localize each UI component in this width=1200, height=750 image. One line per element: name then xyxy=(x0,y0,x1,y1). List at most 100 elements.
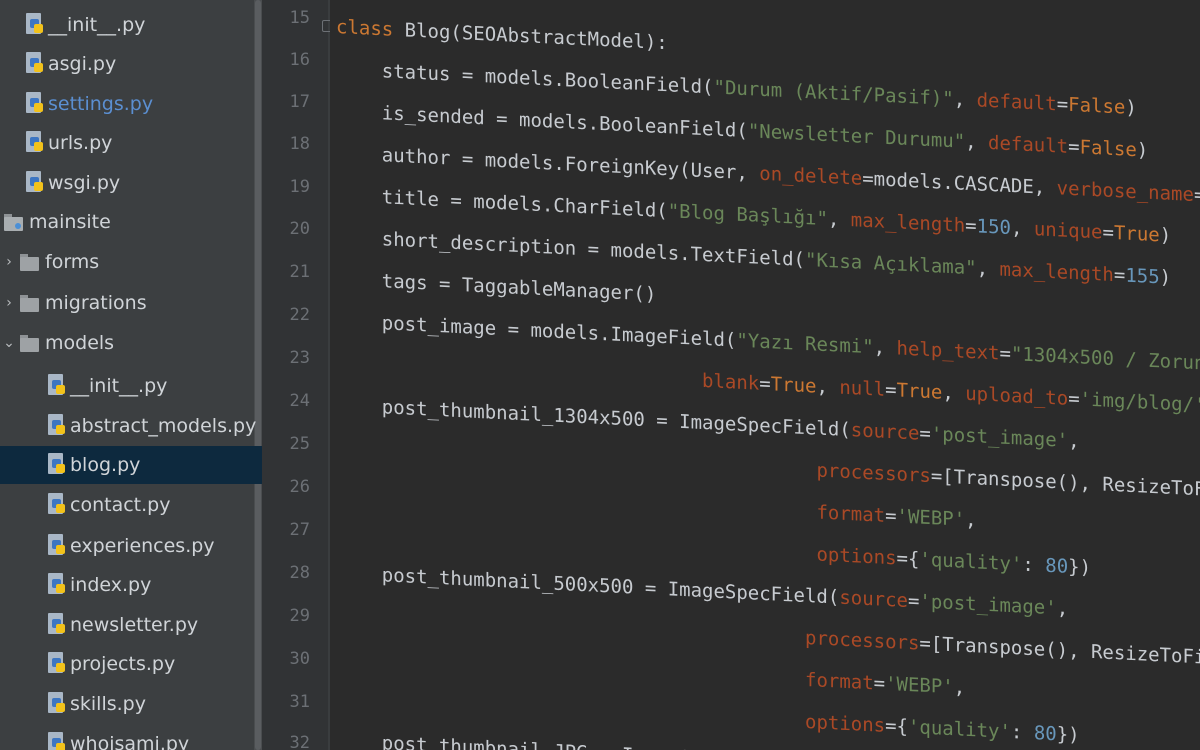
code-token: ) xyxy=(1136,139,1149,162)
code-token: 'img/blog/' xyxy=(1079,388,1200,417)
code-token: default xyxy=(988,131,1069,158)
code-token: , xyxy=(976,257,1000,281)
tree-item[interactable]: abstract_models.py xyxy=(0,407,262,445)
line-number: 19 xyxy=(289,177,310,197)
code-token: 'post_image' xyxy=(919,590,1057,620)
tree-item[interactable]: whoisami.py xyxy=(0,725,262,750)
tree-item[interactable]: blog.py xyxy=(0,446,262,484)
tree-item[interactable]: experiences.py xyxy=(0,527,262,565)
code-token: verbose_name xyxy=(1056,177,1194,206)
code-token: status = models.BooleanField( xyxy=(336,58,714,99)
code-token: = xyxy=(1113,264,1126,287)
code-token: max_length xyxy=(850,209,966,237)
tree-item[interactable]: newsletter.py xyxy=(0,606,262,644)
code-token: post_image = models.ImageField( xyxy=(336,310,737,352)
tree-item[interactable]: skills.py xyxy=(0,685,262,723)
tree-item[interactable]: index.py xyxy=(0,566,262,604)
tree-item[interactable]: mainsite xyxy=(0,203,262,241)
code-line[interactable]: class Blog(SEOAbstractModel): xyxy=(336,16,668,54)
line-number: 32 xyxy=(289,733,310,750)
code-token: 150 xyxy=(976,215,1011,240)
code-token: "Durum (Aktif/Pasif)" xyxy=(713,76,954,111)
code-token: = xyxy=(965,214,977,238)
code-token: , xyxy=(965,508,977,532)
code-token: = xyxy=(1193,183,1200,207)
code-line[interactable]: format='WEBP', xyxy=(336,478,977,532)
tree-item[interactable]: urls.py xyxy=(0,124,262,162)
code-token: post_thumbnail_JPG = ImageSpecField( xyxy=(336,730,794,750)
code-token: True xyxy=(770,373,817,398)
code-token: "1304x500 / Zorunlu alan değildir." xyxy=(1010,343,1200,376)
code-token: : xyxy=(1022,553,1046,577)
code-token: max_length xyxy=(999,258,1114,287)
code-editor[interactable]: class Blog(SEOAbstractModel): status = m… xyxy=(330,0,1200,750)
chevron-down-icon[interactable]: ⌄ xyxy=(2,335,16,351)
chevron-right-icon[interactable]: › xyxy=(2,295,16,311)
code-token: options xyxy=(816,543,897,570)
code-token: , xyxy=(1010,217,1034,241)
code-line[interactable]: tags = TaggableManager() xyxy=(336,268,657,305)
line-number: 22 xyxy=(289,305,310,325)
tree-item[interactable]: › migrations xyxy=(0,284,262,322)
tree-item[interactable]: › forms xyxy=(0,243,262,281)
line-number: 26 xyxy=(289,477,310,497)
tree-item[interactable]: contact.py xyxy=(0,486,262,524)
code-token: post_thumbnail_1304x500 = ImageSpecField… xyxy=(336,394,851,442)
code-token: = xyxy=(1068,387,1080,411)
python-file-icon xyxy=(48,573,66,597)
code-token: }) xyxy=(1056,723,1080,747)
line-number: 27 xyxy=(289,520,310,540)
code-token: 'quality' xyxy=(907,715,1011,744)
tree-item-label: experiences.py xyxy=(70,535,215,557)
code-token: upload_to xyxy=(965,382,1069,410)
code-token: =[Transpose(), ResizeToFill( xyxy=(930,465,1200,503)
python-file-icon xyxy=(26,13,44,37)
line-number: 24 xyxy=(289,391,310,411)
line-number: 31 xyxy=(289,692,310,712)
code-token: , xyxy=(1056,597,1069,620)
tree-item-label: __init__.py xyxy=(70,375,168,397)
code-token: = xyxy=(907,589,920,613)
line-number: 16 xyxy=(289,50,310,70)
tree-item[interactable]: projects.py xyxy=(0,645,262,683)
python-file-icon xyxy=(48,374,66,398)
line-number: 23 xyxy=(289,348,310,368)
code-token: , xyxy=(953,676,966,699)
code-token: = xyxy=(885,504,897,528)
code-token: = xyxy=(885,378,897,402)
code-token: 80 xyxy=(1045,554,1069,578)
code-token: title = models.CharField( xyxy=(336,184,668,223)
code-token: help_text xyxy=(896,337,1000,365)
tree-item-label: models xyxy=(45,332,115,354)
code-line[interactable]: format='WEBP', xyxy=(336,646,965,699)
code-token: processors xyxy=(816,459,931,488)
code-token: , xyxy=(942,381,966,405)
code-token: options xyxy=(805,710,886,737)
tree-item[interactable]: asgi.py xyxy=(0,45,262,83)
code-token: = xyxy=(759,372,771,396)
chevron-right-icon[interactable]: › xyxy=(2,254,16,270)
code-token: , xyxy=(816,375,840,399)
code-token: False xyxy=(1068,93,1126,119)
code-token: Blog(SEOAbstractModel): xyxy=(404,19,668,55)
code-token: = xyxy=(1068,135,1080,159)
tree-item[interactable]: __init__.py xyxy=(0,6,262,44)
project-tree: __init__.py asgi.py settings.py urls.py wsgi… xyxy=(0,0,262,750)
code-token: post_thumbnail_500x500 = ImageSpecField( xyxy=(336,562,840,609)
line-number: 18 xyxy=(289,134,310,154)
tree-item[interactable]: settings.py xyxy=(0,85,262,123)
line-number: 29 xyxy=(289,606,310,626)
code-token: null xyxy=(839,376,886,401)
tree-item[interactable]: __init__.py xyxy=(0,367,262,405)
code-token: , xyxy=(965,130,989,154)
tree-item[interactable]: ⌄ models xyxy=(0,324,262,362)
code-token: author = models.ForeignKey(User, xyxy=(336,142,760,185)
python-file-icon xyxy=(48,692,66,716)
tree-item-label: urls.py xyxy=(48,132,113,154)
code-token: blank xyxy=(702,369,760,395)
tree-item[interactable]: wsgi.py xyxy=(0,164,262,202)
